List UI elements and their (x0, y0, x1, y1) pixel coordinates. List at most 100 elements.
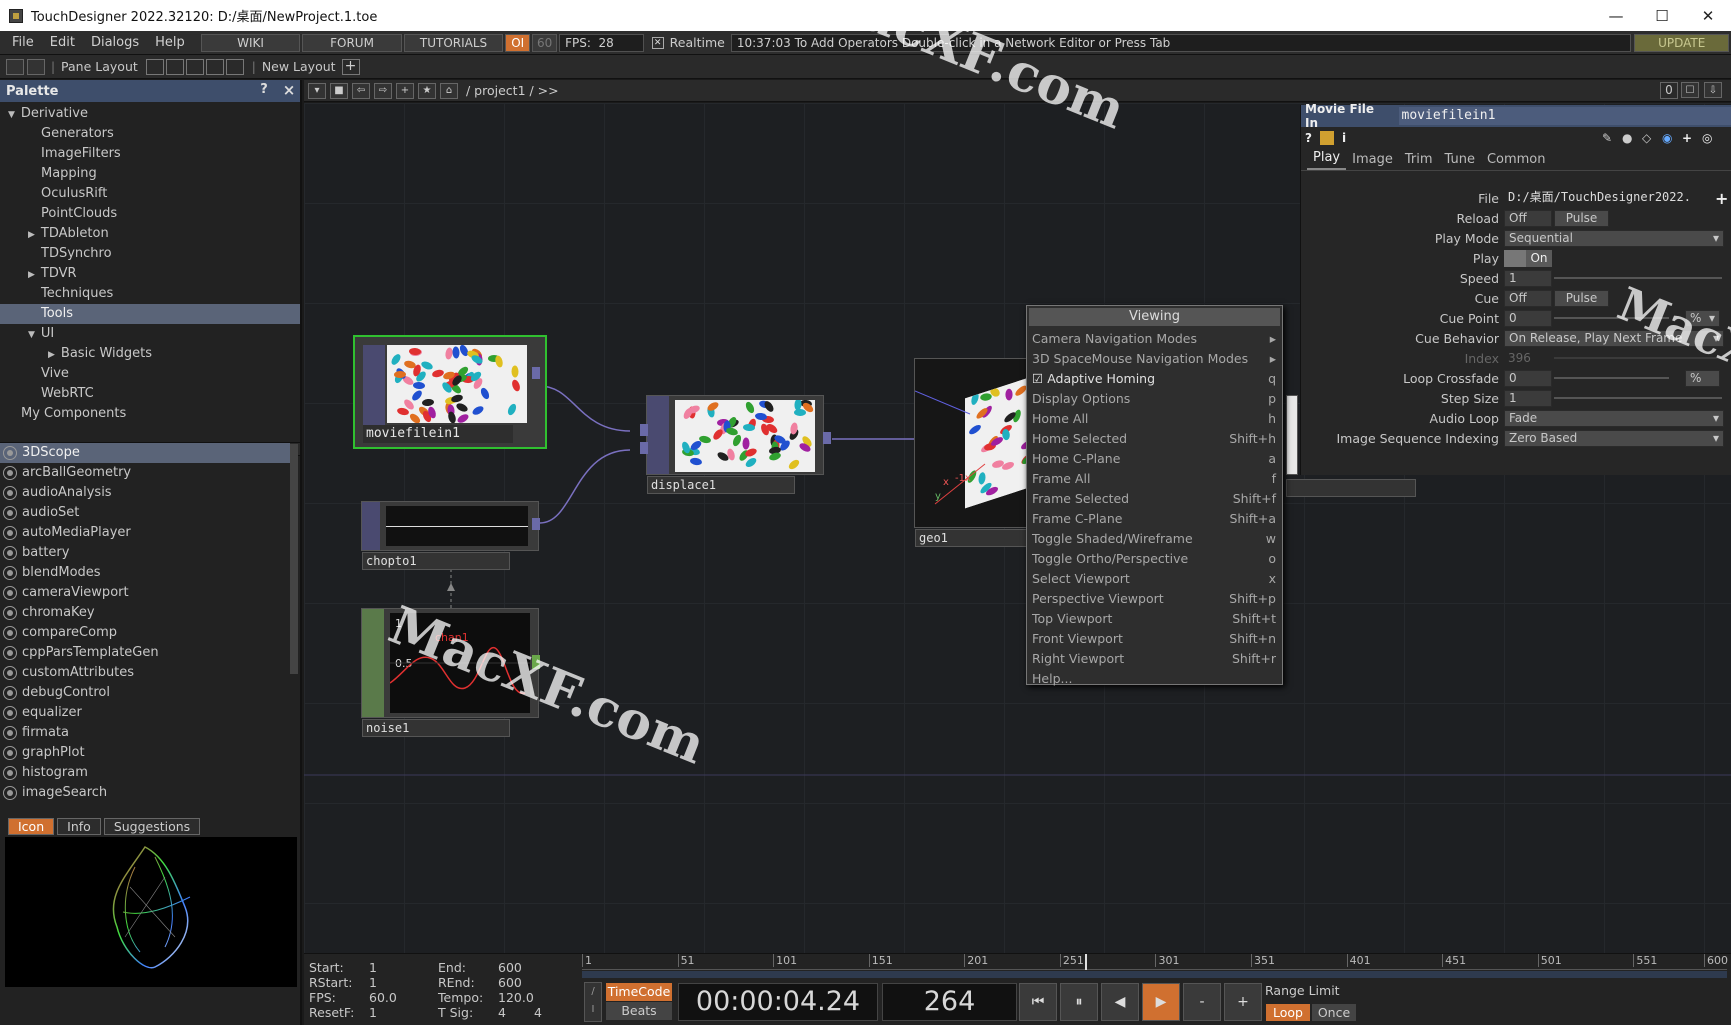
minimize-button[interactable]: — (1593, 0, 1639, 31)
menu-item-home-selected[interactable]: Home Selected Shift+h (1027, 428, 1282, 448)
image-sequence-dropdown[interactable]: Zero Based (1504, 429, 1724, 447)
once-toggle[interactable]: Once (1312, 1004, 1356, 1021)
tutorials-link-button[interactable]: TUTORIALS (403, 33, 504, 52)
component-item-comparecomp[interactable]: compareComp (0, 623, 290, 643)
reload-toggle[interactable]: Off (1504, 209, 1552, 227)
menu-item-home-all[interactable]: Home All h (1027, 408, 1282, 428)
cue-behavior-dropdown[interactable]: On Release, Play Next Frame (1504, 329, 1724, 347)
tsig-numerator[interactable]: 4 (498, 1005, 506, 1020)
menu-item-frame-selected[interactable]: Frame Selected Shift+f (1027, 488, 1282, 508)
maximize-button[interactable]: ☐ (1639, 0, 1685, 31)
expand-arrow-icon[interactable] (48, 346, 61, 361)
play-reverse-icon[interactable]: ◀ (1101, 983, 1139, 1021)
play-forward-icon[interactable]: ▶ (1142, 983, 1180, 1021)
forward-arrow-icon[interactable]: ⇨ (374, 82, 392, 99)
layout-split-vertical-icon[interactable] (165, 58, 184, 75)
expand-arrow-icon[interactable] (28, 226, 41, 241)
menu-item-camera-navigation-modes[interactable]: Camera Navigation Modes ▸ (1027, 328, 1282, 348)
wiki-link-button[interactable]: WIKI (200, 33, 301, 52)
layout-three-icon[interactable] (205, 58, 224, 75)
palette-folder-basic-widgets[interactable]: Basic Widgets (0, 344, 300, 364)
node-noise1-label[interactable]: noise1 (362, 719, 510, 737)
file-browse-icon[interactable]: + (1715, 189, 1728, 208)
loop-toggle[interactable]: Loop (1266, 1004, 1310, 1021)
component-item-arcballgeometry[interactable]: arcBallGeometry (0, 463, 290, 483)
realtime-checkbox[interactable]: ✕ (651, 36, 664, 49)
node-chopto1-label[interactable]: chopto1 (362, 552, 510, 570)
add-layout-button[interactable]: + (341, 58, 360, 75)
timeline-mode-switch[interactable]: / I (584, 982, 602, 1022)
palette-folder-tdvr[interactable]: TDVR (0, 264, 300, 284)
timeline-playhead[interactable] (1084, 954, 1087, 970)
step-back-button[interactable]: - (1183, 983, 1221, 1021)
network-menu-icon[interactable]: ▾ (308, 82, 326, 99)
tab-play[interactable]: Play (1307, 150, 1347, 170)
beats-toggle[interactable]: Beats (606, 1002, 672, 1020)
menu-item-top-viewport[interactable]: Top Viewport Shift+t (1027, 608, 1282, 628)
frame-display[interactable]: 264 (882, 983, 1017, 1021)
file-path-field[interactable]: D:/桌面/TouchDesigner2022. (1504, 189, 1709, 207)
anchor-icon[interactable] (27, 58, 45, 75)
menu-file[interactable]: File (0, 35, 42, 50)
add-operator-icon[interactable]: + (396, 82, 414, 99)
component-item-cppparstemplategen[interactable]: cppParsTemplateGen (0, 643, 290, 663)
palette-folder-mapping[interactable]: Mapping (0, 164, 300, 184)
node-noise1-flags[interactable] (362, 609, 384, 717)
play-toggle[interactable]: On (1504, 249, 1552, 267)
tempo-value[interactable]: 120.0 (498, 990, 534, 1005)
start-value[interactable]: 1 (369, 960, 377, 975)
palette-folder-derivative[interactable]: Derivative (0, 104, 300, 124)
node-displace1[interactable]: displace1 (640, 395, 831, 494)
menu-item-help[interactable]: Help... (1027, 668, 1282, 688)
node-displace1-output[interactable] (823, 432, 831, 444)
comment-icon[interactable]: ● (1622, 131, 1632, 145)
menu-item-perspective-viewport[interactable]: Perspective Viewport Shift+p (1027, 588, 1282, 608)
node-displace1-flags[interactable] (647, 396, 669, 474)
pause-icon[interactable]: ⏸ (1060, 983, 1098, 1021)
cue-point-unit[interactable]: % (1685, 309, 1720, 327)
component-item-battery[interactable]: battery (0, 543, 290, 563)
palette-folder-vive[interactable]: Vive (0, 364, 300, 384)
step-size-slider[interactable] (1554, 397, 1722, 399)
python-icon[interactable]: ◉ (1662, 131, 1672, 145)
step-forward-button[interactable]: + (1224, 983, 1262, 1021)
menu-item-select-viewport[interactable]: Select Viewport x (1027, 568, 1282, 588)
clone-icon[interactable]: ◇ (1642, 131, 1651, 145)
component-item-audioset[interactable]: audioSet (0, 503, 290, 523)
node-chopto1-flags[interactable] (362, 502, 380, 550)
node-noise1[interactable]: 1 0.5 chan1 noise1 (361, 608, 540, 737)
palette-folder-tdsynchro[interactable]: TDSynchro (0, 244, 300, 264)
update-button[interactable]: UPDATE (1634, 33, 1729, 52)
sixty-fps-button[interactable]: 60 (532, 33, 558, 52)
component-item-equalizer[interactable]: equalizer (0, 703, 290, 723)
palette-folder-generators[interactable]: Generators (0, 124, 300, 144)
operator-name-field[interactable]: moviefilein1 (1398, 107, 1731, 125)
node-geo1[interactable]: y x -1x geo1 (914, 358, 1035, 547)
node-noise1-output[interactable] (532, 655, 540, 669)
component-item-graphplot[interactable]: graphPlot (0, 743, 290, 763)
oi-toggle-button[interactable]: OI (505, 33, 531, 52)
component-item-chromakey[interactable]: chromaKey (0, 603, 290, 623)
collapse-arrow-icon[interactable] (8, 106, 21, 121)
menu-item-frame-all[interactable]: Frame All f (1027, 468, 1282, 488)
node-displace1-input1[interactable] (640, 424, 648, 436)
palette-folder-webrtc[interactable]: WebRTC (0, 384, 300, 404)
maximize-pane-icon[interactable]: ☐ (1681, 82, 1699, 98)
palette-folder-tdableton[interactable]: TDAbleton (0, 224, 300, 244)
loop-crossfade-unit[interactable]: % (1685, 369, 1720, 387)
tab-trim[interactable]: Trim (1399, 152, 1439, 170)
rend-value[interactable]: 600 (498, 975, 522, 990)
menu-item-toggle-ortho-perspective[interactable]: Toggle Ortho/Perspective o (1027, 548, 1282, 568)
cue-point-field[interactable]: 0 (1504, 309, 1552, 327)
python-help-icon[interactable] (1319, 131, 1334, 145)
tab-icon[interactable]: Icon (8, 817, 55, 835)
menu-edit[interactable]: Edit (42, 35, 83, 50)
tab-suggestions[interactable]: Suggestions (103, 817, 201, 835)
palette-folder-imagefilters[interactable]: ImageFilters (0, 144, 300, 164)
palette-close-button[interactable]: × (280, 81, 298, 99)
timeline-fps-value[interactable]: 60.0 (369, 990, 397, 1005)
resetf-value[interactable]: 1 (369, 1005, 377, 1020)
cue-pulse-button[interactable]: Pulse (1554, 289, 1609, 307)
collapse-arrow-icon[interactable] (28, 326, 41, 341)
palette-help-button[interactable]: ? (255, 82, 273, 100)
